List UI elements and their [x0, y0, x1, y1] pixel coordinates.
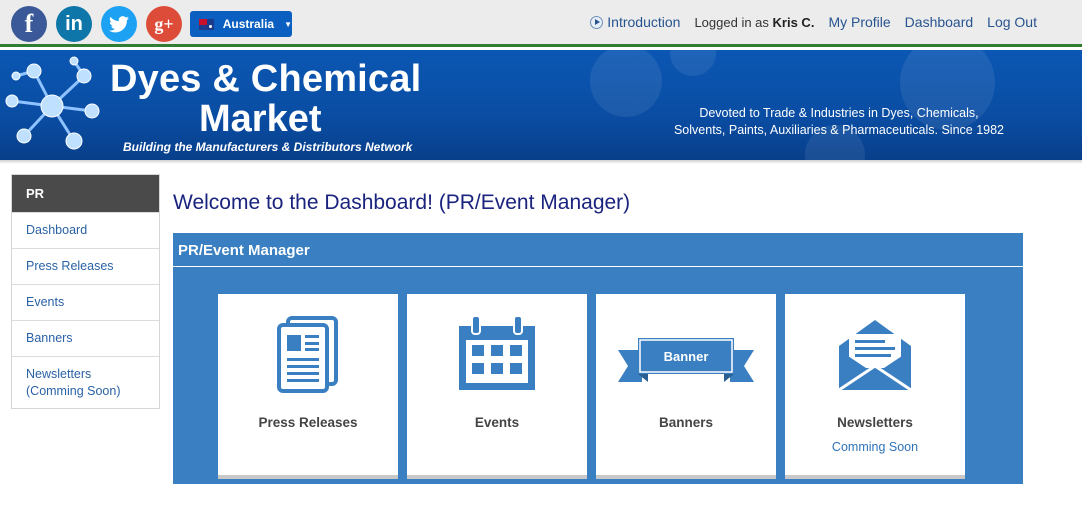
logged-in-text: Logged in as Kris C. [694, 14, 815, 30]
press-release-icon [277, 316, 338, 393]
molecule-logo-icon [5, 56, 100, 150]
decor-bubble [590, 50, 662, 117]
panel-title: PR/Event Manager [173, 233, 1023, 267]
play-icon [590, 15, 604, 29]
brand-title-line2: Market [199, 98, 322, 140]
banner-icon-text: Banner [664, 349, 709, 364]
sidebar-item-events[interactable]: Events [12, 284, 159, 320]
logout-link[interactable]: Log Out [987, 14, 1037, 30]
introduction-link[interactable]: Introduction [590, 14, 680, 30]
linkedin-icon[interactable]: in [56, 6, 92, 42]
brand-title-line1: Dyes & Chemical [110, 58, 422, 100]
sidebar: PR Dashboard Press Releases Events Banne… [11, 174, 160, 409]
card-label: Press Releases [258, 415, 358, 430]
user-name: Kris C. [772, 14, 815, 30]
sidebar-item-dashboard[interactable]: Dashboard [12, 212, 159, 248]
my-profile-link[interactable]: My Profile [828, 14, 890, 30]
decor-bubble [670, 50, 716, 76]
introduction-label: Introduction [607, 14, 681, 30]
sidebar-item-newsletters[interactable]: Newsletters (Comming Soon) [12, 356, 159, 408]
card-newsletters[interactable]: Newsletters Comming Soon [785, 294, 965, 479]
card-label: Events [474, 415, 520, 430]
sidebar-item-press-releases[interactable]: Press Releases [12, 248, 159, 284]
twitter-icon[interactable] [101, 6, 137, 42]
page-title: Welcome to the Dashboard! (PR/Event Mana… [173, 191, 631, 214]
country-label: Australia [222, 17, 275, 31]
caret-down-icon: ▼ [284, 19, 292, 29]
twitter-bird-icon [109, 15, 129, 32]
card-label: Banners [658, 415, 714, 430]
pr-event-manager-panel: PR/Event Manager Press Releases Events B… [173, 233, 1023, 484]
site-banner: Dyes & Chemical Market Building the Manu… [0, 50, 1082, 160]
google-plus-icon[interactable]: g+ [146, 6, 182, 42]
country-selector[interactable]: Australia ▼ [190, 11, 292, 37]
banner-shadow [0, 160, 1082, 164]
card-events[interactable]: Events [407, 294, 587, 479]
top-bar: f in g+ Australia ▼ Introduction Logged … [0, 0, 1082, 47]
top-links: Introduction Logged in as Kris C. My Pro… [590, 14, 1037, 30]
facebook-icon[interactable]: f [11, 6, 47, 42]
devoted-text: Devoted to Trade & Industries in Dyes, C… [673, 106, 1004, 137]
banner-icon: Banner [618, 338, 754, 382]
calendar-icon [459, 316, 535, 390]
sidebar-item-banners[interactable]: Banners [12, 320, 159, 356]
newsletter-icon [838, 320, 912, 392]
card-banners[interactable]: Banner Banners [596, 294, 776, 479]
sidebar-header: PR [12, 175, 159, 212]
card-press-releases[interactable]: Press Releases [218, 294, 398, 479]
coming-soon-label: Comming Soon [831, 440, 919, 454]
card-label: Newsletters [837, 415, 913, 430]
australia-flag-icon [199, 18, 214, 30]
brand-tagline: Building the Manufacturers & Distributor… [123, 140, 413, 154]
dashboard-link[interactable]: Dashboard [905, 14, 974, 30]
